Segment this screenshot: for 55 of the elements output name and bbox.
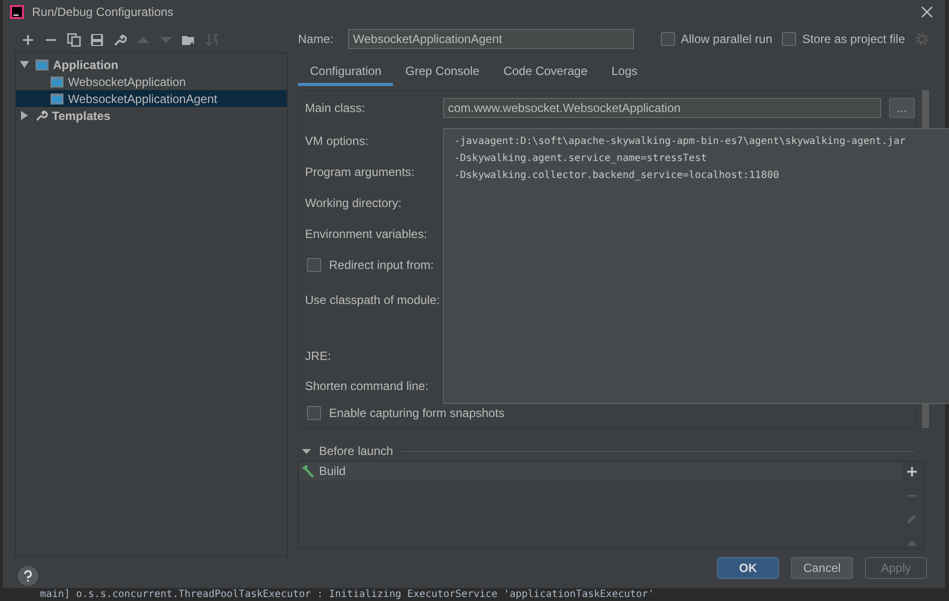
- field-label: Working directory:: [305, 196, 402, 210]
- window-icon: [35, 58, 49, 70]
- tree-item[interactable]: Templates: [16, 107, 287, 124]
- field-label: VM options:: [305, 134, 370, 148]
- save-icon[interactable]: [90, 33, 104, 47]
- window-title: Run/Debug Configurations: [32, 5, 174, 19]
- field-label: Main class:: [305, 101, 366, 115]
- name-label: Name:: [298, 32, 334, 46]
- dialog-button[interactable]: Cancel: [791, 557, 853, 579]
- window-icon: [50, 76, 64, 88]
- wrench-icon: [35, 109, 48, 122]
- expand-arrow-icon[interactable]: [20, 60, 29, 69]
- checkbox-label: Redirect input from:: [329, 258, 434, 272]
- vm-option-line: -javaagent:D:\soft\apache-skywalking-apm-bin-es7\agent\skywalking-agent.jar: [454, 136, 907, 149]
- tree-item[interactable]: WebsocketApplication: [16, 73, 287, 90]
- vm-option-line: -Dskywalking.collector.backend_service=localhost:11800: [454, 170, 780, 183]
- field-label: Shorten command line:: [305, 379, 430, 393]
- wrench-icon[interactable]: [113, 33, 127, 47]
- tree-item[interactable]: WebsocketApplicationAgent: [16, 90, 287, 107]
- tab[interactable]: Grep Console: [393, 60, 492, 86]
- checkbox-label: Store as project file: [802, 32, 905, 46]
- checkbox[interactable]: [307, 258, 321, 272]
- checkbox[interactable]: [307, 406, 321, 420]
- checkbox-label: Enable capturing form snapshots: [329, 406, 504, 420]
- question-icon: [23, 570, 33, 582]
- checkbox-label: Allow parallel run: [680, 32, 772, 46]
- dialog-button[interactable]: OK: [717, 557, 779, 579]
- window-icon: [50, 92, 64, 104]
- field-label: Environment variables:: [305, 226, 428, 240]
- add-icon[interactable]: [21, 33, 35, 47]
- tab[interactable]: Configuration: [298, 60, 394, 86]
- folder-icon[interactable]: [182, 33, 196, 47]
- expand-arrow-icon[interactable]: [20, 111, 29, 120]
- collapse-arrow-icon[interactable]: [302, 446, 311, 456]
- app-logo-icon: [10, 5, 24, 19]
- add-icon[interactable]: [906, 466, 918, 478]
- hammer-icon: [301, 464, 315, 478]
- tab[interactable]: Logs: [600, 60, 650, 86]
- section-title: Before launch: [319, 444, 394, 458]
- vm-options-popup[interactable]: -javaagent:D:\soft\apache-skywalking-apm-bin-es7\agent\skywalking-agent.jar -Dskywalking.agent.service_name=stressTest -Dskywalking.collector.backend_service=localhost:11800: [443, 128, 949, 404]
- checkbox[interactable]: [782, 32, 796, 46]
- task-item[interactable]: Build: [299, 462, 901, 480]
- console-line: main] o.s.s.concurrent.ThreadPoolTaskExecutor : Initializing ExecutorService 'applicationTaskExecutor': [40, 589, 654, 600]
- browse-button[interactable]: ...: [889, 98, 915, 118]
- name-field[interactable]: WebsocketApplicationAgent: [348, 29, 634, 49]
- tree-item[interactable]: Application: [16, 56, 287, 73]
- main-class-field[interactable]: com.www.websocket.WebsocketApplication: [443, 98, 881, 118]
- tab[interactable]: Code Coverage: [491, 60, 600, 86]
- vm-option-line: -Dskywalking.agent.service_name=stressTest: [454, 153, 708, 166]
- checkbox[interactable]: [660, 32, 675, 46]
- field-label: Program arguments:: [305, 164, 416, 178]
- help-button[interactable]: [18, 566, 38, 586]
- field-label: JRE:: [305, 348, 332, 362]
- copy-icon[interactable]: [67, 33, 81, 47]
- close-icon[interactable]: [921, 6, 933, 18]
